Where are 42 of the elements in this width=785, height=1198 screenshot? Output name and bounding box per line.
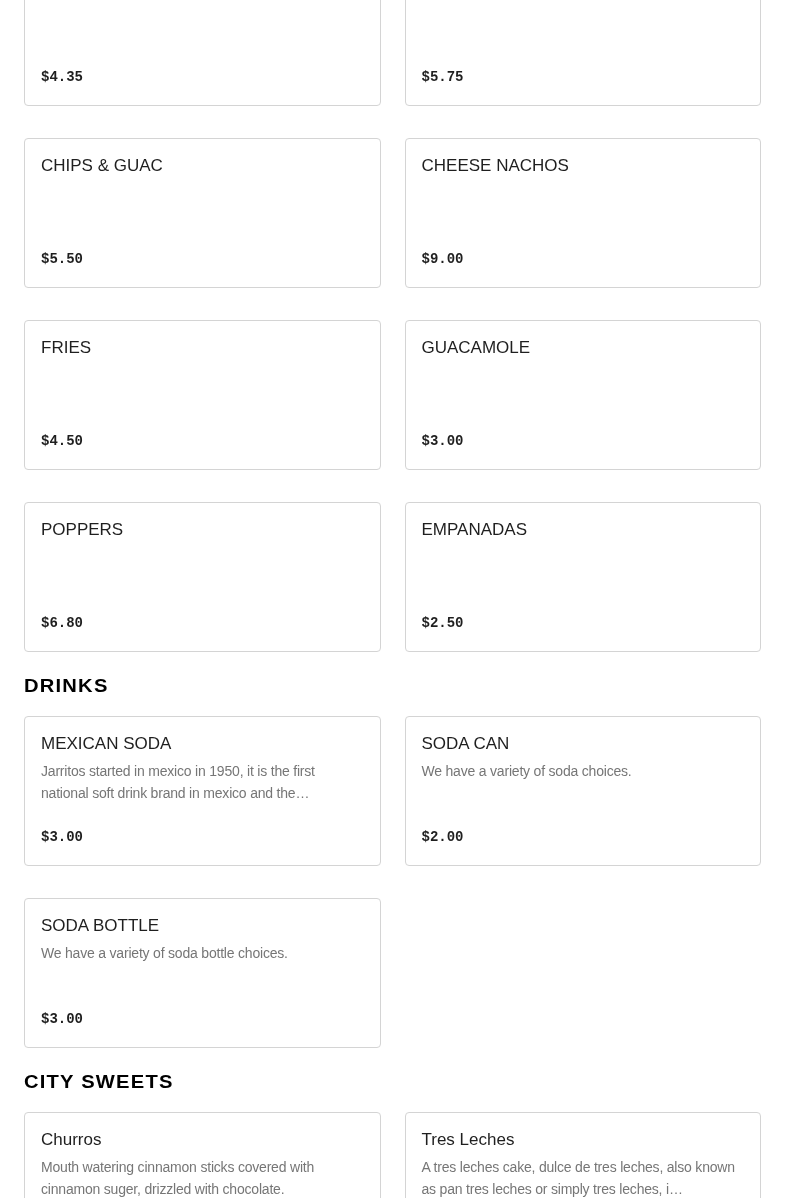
item-name: SODA CAN [421, 733, 511, 755]
menu-item-card[interactable]: EMPANADAS $2.50 [404, 502, 761, 652]
item-name: FRIES [41, 337, 93, 359]
section-heading: CITY SWEETS [24, 1071, 174, 1094]
item-price: $3.00 [41, 1010, 83, 1029]
item-name: MEXICAN SODA [41, 733, 173, 755]
menu-item-card[interactable]: Tres Leches A tres leches cake, dulce de tres leches, also known as pan tres leches or simply tres leches, i… [404, 1112, 761, 1198]
item-price: $5.50 [41, 250, 83, 269]
item-price: $3.00 [421, 432, 464, 451]
menu-item-card[interactable]: FRIES $4.50 [24, 320, 381, 470]
item-name: SODA BOTTLE [41, 915, 161, 937]
item-description: Jarritos started in mexico in 1950, it is the first national soft drink brand in mexico and the… [41, 762, 316, 803]
menu-item-card[interactable]: CHIPS & GUAC $5.50 [24, 138, 381, 288]
item-name: GUACAMOLE [421, 337, 532, 359]
menu-item-card[interactable]: Churros Mouth watering cinnamon sticks covered with cinnamon suger, drizzled with chocolate. [24, 1112, 381, 1198]
item-price: $2.50 [421, 614, 464, 633]
item-price: $9.00 [421, 250, 464, 269]
item-name: CHIPS & GUAC [41, 155, 164, 177]
section-heading: DRINKS [24, 675, 109, 698]
menu-item-card[interactable]: SODA CAN We have a variety of soda choices. $2.00 [404, 716, 761, 866]
item-description: We have a variety of soda bottle choices. [41, 944, 289, 963]
item-name: EMPANADAS [421, 519, 528, 541]
item-price: $6.80 [41, 614, 83, 633]
item-name: POPPERS [41, 519, 125, 541]
item-name: Churros [41, 1129, 103, 1151]
item-description: A tres leches cake, dulce de tres leches, also known as pan tres leches or simply tres leches, i… [421, 1158, 736, 1198]
menu-item-card[interactable]: CHEESE NACHOS $9.00 [404, 138, 761, 288]
item-description: Mouth watering cinnamon sticks covered with cinnamon suger, drizzled with chocolate. [41, 1158, 316, 1198]
item-price: $5.75 [421, 68, 464, 87]
menu-item-card[interactable]: $5.75 [404, 0, 761, 106]
menu-item-card[interactable]: POPPERS $6.80 [24, 502, 381, 652]
item-price: $3.00 [41, 828, 83, 847]
menu-item-card[interactable]: SODA BOTTLE We have a variety of soda bottle choices. $3.00 [24, 898, 381, 1048]
item-price: $4.50 [41, 432, 83, 451]
item-description: We have a variety of soda choices. [421, 762, 633, 781]
item-name: Tres Leches [421, 1129, 516, 1151]
item-price: $4.35 [41, 68, 83, 87]
menu-item-card[interactable]: $4.35 [24, 0, 381, 106]
item-name: CHEESE NACHOS [421, 155, 570, 177]
item-price: $2.00 [421, 828, 464, 847]
menu-item-card[interactable]: GUACAMOLE $3.00 [404, 320, 761, 470]
menu-item-card[interactable]: MEXICAN SODA Jarritos started in mexico in 1950, it is the first national soft drink brand in mexico and the… $3.00 [24, 716, 381, 866]
